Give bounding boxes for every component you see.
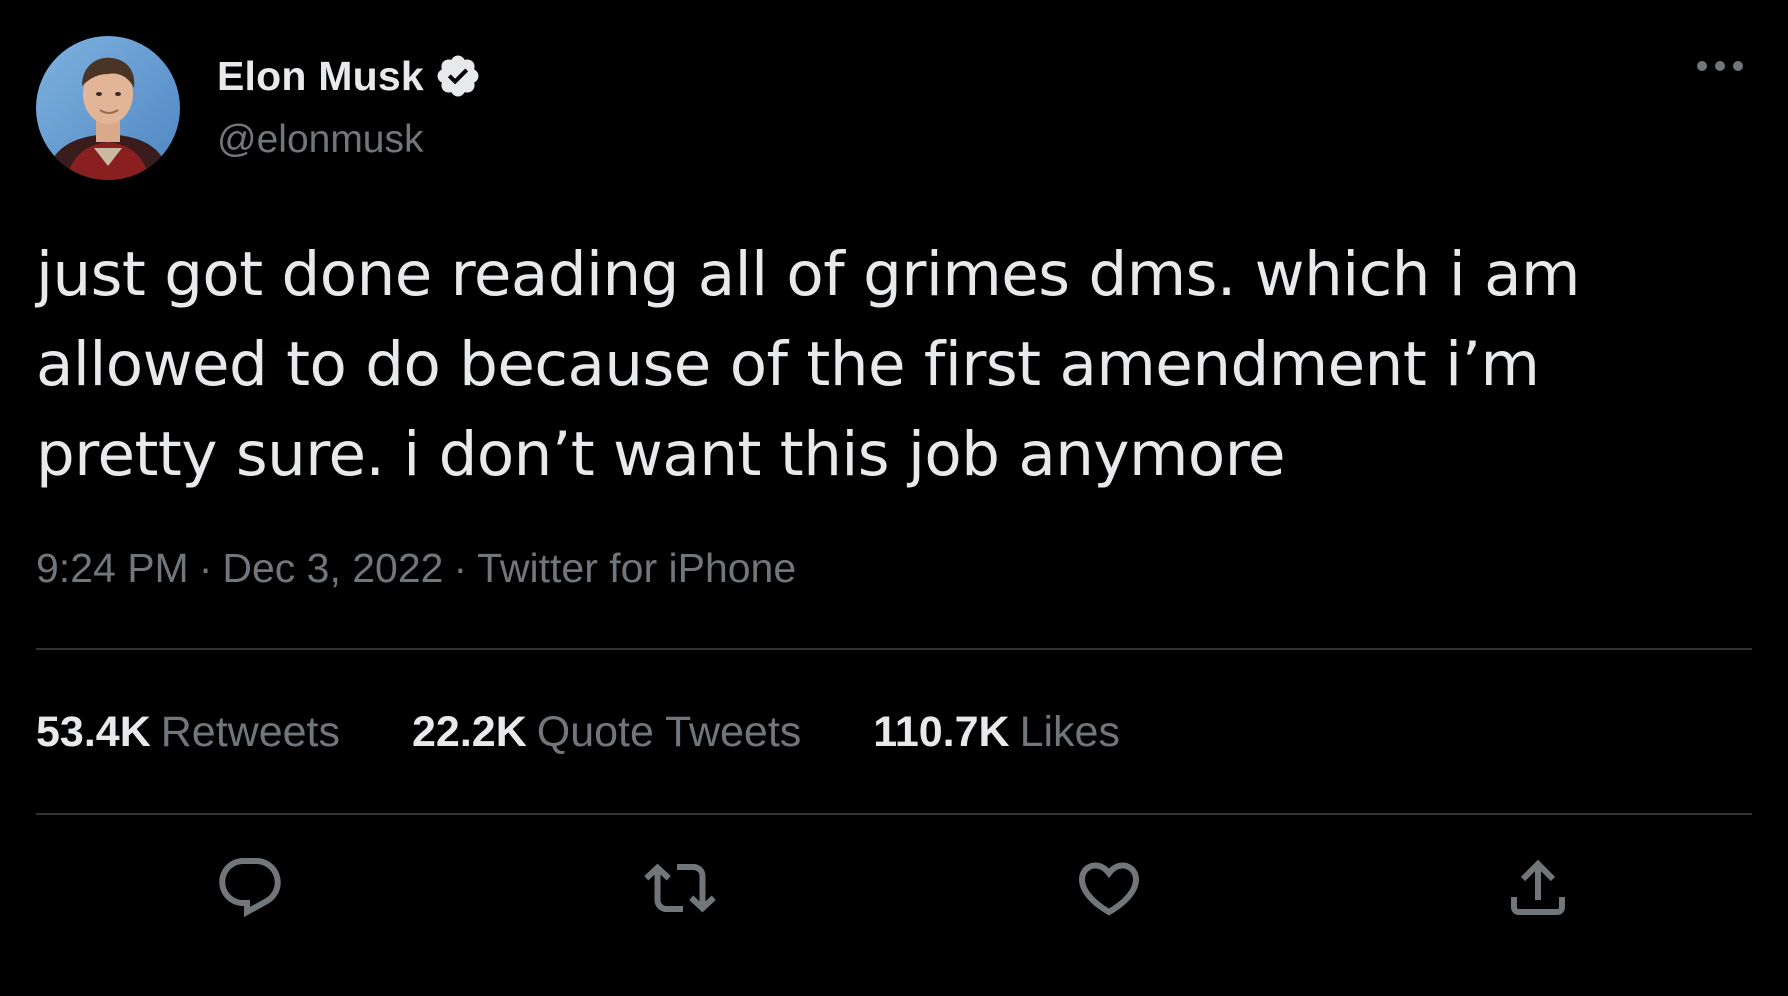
divider — [36, 648, 1752, 650]
tweet-text: just got done reading all of grimes dms.… — [36, 239, 1580, 490]
reply-button[interactable] — [214, 852, 286, 924]
author-display-name[interactable]: Elon Musk — [217, 53, 424, 100]
retweets-count: 53.4K — [36, 708, 151, 756]
tweet-date[interactable]: Dec 3, 2022 — [222, 545, 443, 591]
quote-tweets-count: 22.2K — [412, 708, 527, 756]
share-button[interactable] — [1502, 852, 1574, 924]
retweet-button[interactable] — [644, 852, 716, 924]
divider — [36, 813, 1752, 815]
author-handle[interactable]: @elonmusk — [217, 118, 424, 162]
author-name-row: Elon Musk — [217, 50, 482, 102]
tweet-source[interactable]: Twitter for iPhone — [477, 545, 796, 591]
meta-separator: · — [198, 545, 213, 591]
retweets-stat[interactable]: 53.4K Retweets — [36, 708, 340, 757]
likes-label: Likes — [1019, 708, 1120, 756]
more-options-icon[interactable] — [1688, 50, 1752, 82]
retweet-icon — [644, 863, 716, 913]
verified-badge-icon — [434, 52, 482, 100]
likes-count: 110.7K — [873, 708, 1010, 756]
quote-tweets-label: Quote Tweets — [536, 708, 802, 756]
likes-stat[interactable]: 110.7K Likes — [873, 708, 1120, 757]
heart-icon — [1078, 862, 1140, 916]
like-button[interactable] — [1073, 852, 1145, 924]
avatar[interactable] — [36, 36, 180, 180]
tweet-stats: 53.4K Retweets 22.2K Quote Tweets 110.7K Li… — [36, 708, 1192, 757]
tweet-time[interactable]: 9:24 PM — [36, 545, 189, 591]
meta-separator: · — [453, 545, 468, 591]
quote-tweets-stat[interactable]: 22.2K Quote Tweets — [412, 708, 801, 757]
tweet-card: Elon Musk @elonmusk just got done readin… — [0, 0, 1788, 996]
reply-icon — [219, 858, 281, 918]
tweet-meta: 9:24 PM · Dec 3, 2022 · Twitter for iPhone — [36, 545, 796, 592]
retweets-label: Retweets — [160, 708, 340, 756]
avatar-image — [36, 36, 180, 180]
share-icon — [1511, 859, 1565, 915]
